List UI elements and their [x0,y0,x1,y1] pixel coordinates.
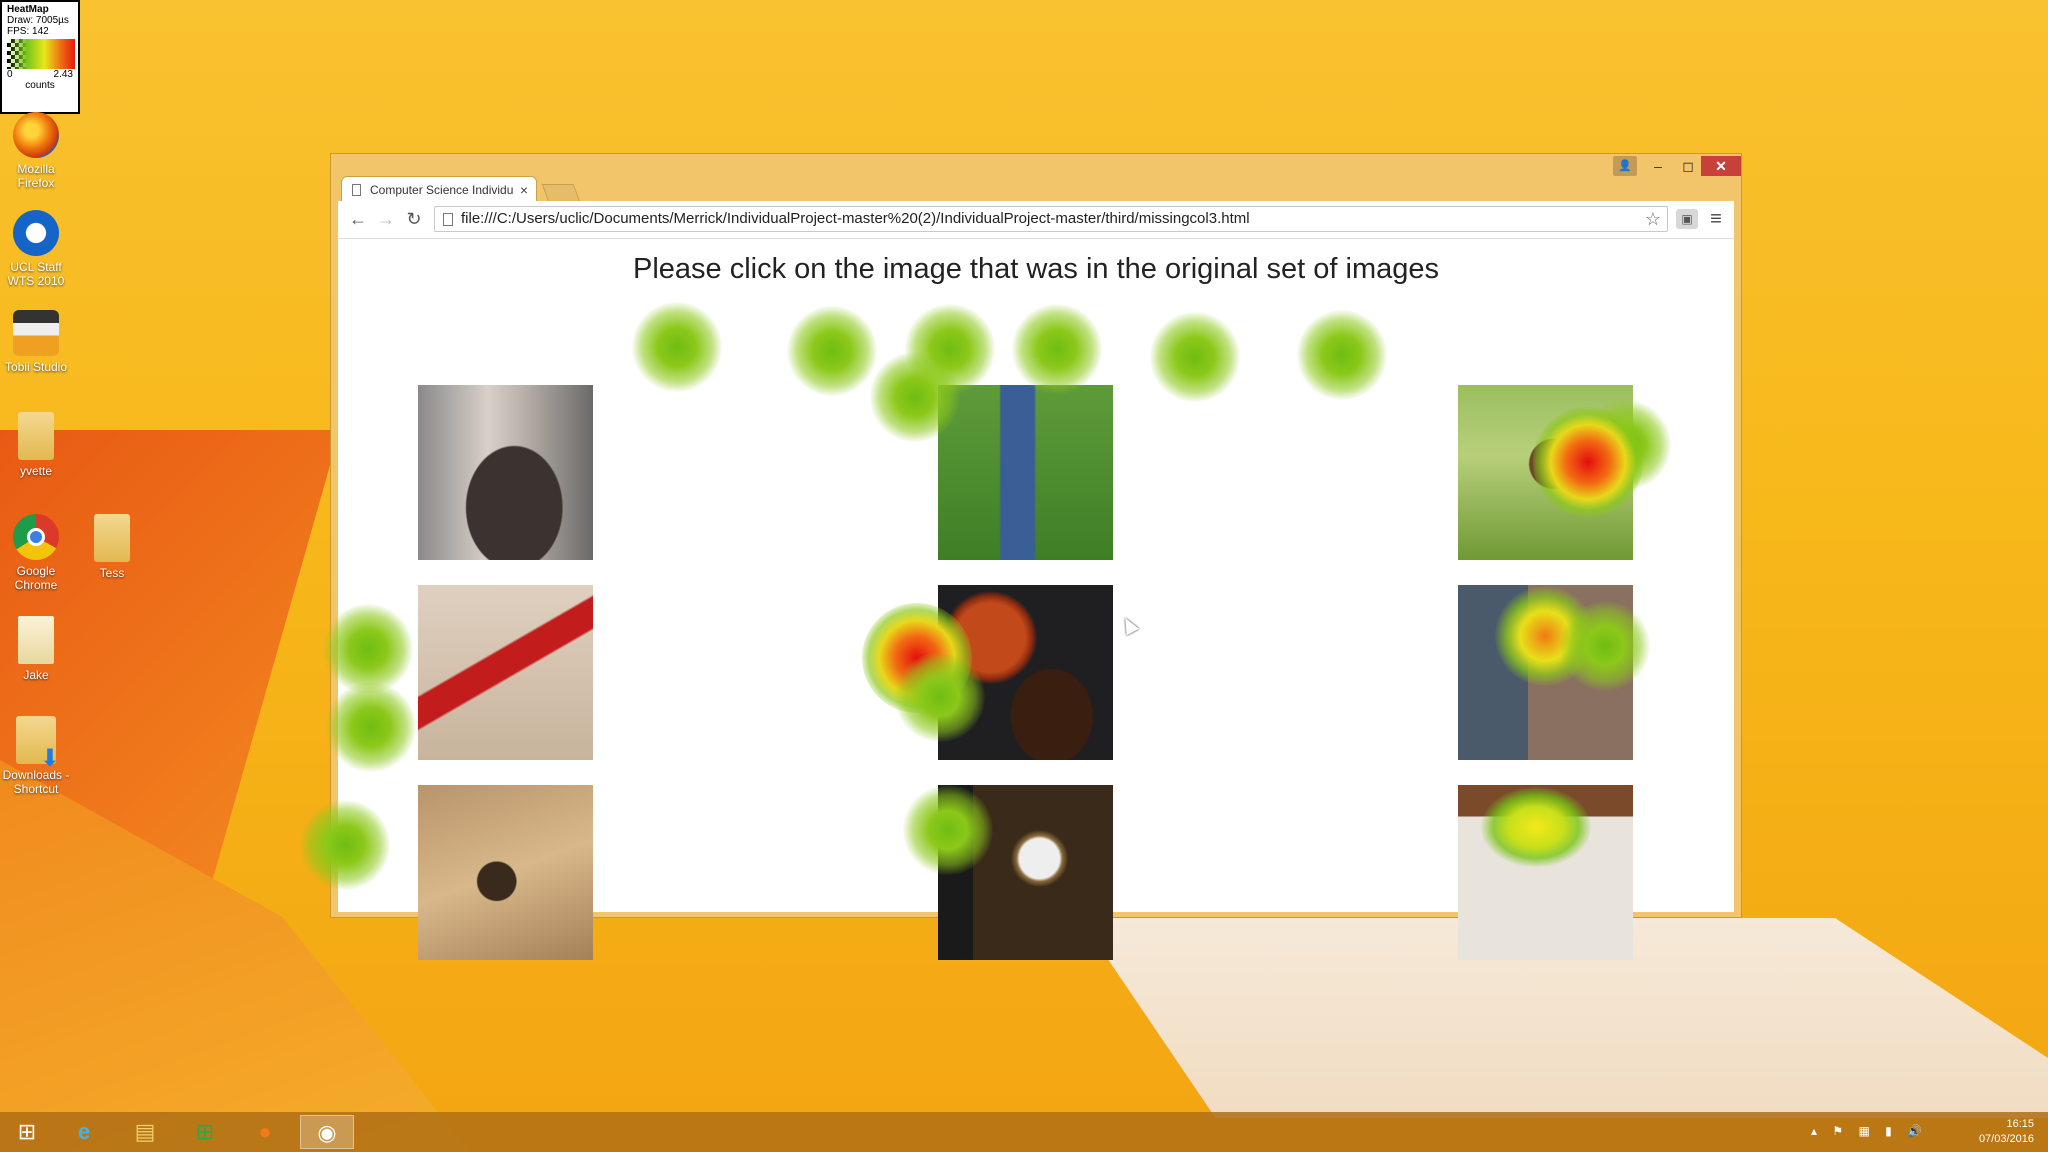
url-text: file:///C:/Users/uclic/Documents/Merrick… [461,210,1250,227]
image-dog[interactable] [1458,385,1633,560]
heatmap-color-scale [7,39,75,69]
page-prompt: Please click on the image that was in th… [633,253,1439,285]
clock-time: 16:15 [2006,1118,2034,1130]
page-icon [352,184,361,196]
heatmap-range-min: 0 [7,69,13,80]
document-icon [18,616,54,664]
menu-icon[interactable]: ≡ [1706,207,1726,231]
new-tab-button[interactable] [541,184,581,202]
extension-icon[interactable]: ▣ [1676,209,1698,229]
browser-window: 👤 – ◻ ✕ Computer Science Individu × ← → … [330,153,1742,960]
desktop-icon-yvette[interactable]: yvette [0,412,72,478]
folder-icon [94,514,130,562]
image-fence[interactable] [1458,585,1633,760]
minimize-button[interactable]: – [1645,156,1671,176]
desktop-icon-label: yvette [19,464,52,478]
firefox-taskbar-icon[interactable]: ● [238,1115,292,1149]
image-tools-walnuts[interactable] [418,585,593,760]
chrome-taskbar-icon[interactable]: ◉ [300,1115,354,1149]
tab-close-icon[interactable]: × [520,177,528,203]
internet-explorer-icon[interactable]: e [57,1115,111,1149]
heatmap-range: 0 2.43 [7,69,73,80]
image-gavel[interactable] [418,785,593,960]
desktop-icon-firefox[interactable]: Mozilla Firefox [0,112,72,190]
heatmap-legend-title: HeatMap [7,4,49,15]
downloads-shortcut-icon [16,716,60,766]
clock-date: 07/03/2016 [1978,1133,2034,1145]
page-content: Please click on the image that was in th… [338,239,1734,960]
desktop-icon-chrome[interactable]: Google Chrome [0,514,72,592]
profile-button[interactable]: 👤 [1613,156,1637,176]
start-windows-icon[interactable]: ⊞ [0,1115,54,1149]
desktop-icon-label: UCL Staff WTS 2010 [7,260,65,288]
remote-desktop-icon [13,210,59,256]
close-button[interactable]: ✕ [1701,156,1741,176]
desktop-icon-ucl-staff[interactable]: UCL Staff WTS 2010 [0,210,72,288]
taskbar: ⊞ e ▤ ⊞ ● ◉ ▴ ⚑ ▦ ▮ 🔊 16:15 07/03/2016 [0,1112,2048,1152]
firefox-icon [13,112,59,158]
bookmark-star-icon[interactable]: ☆ [1645,207,1661,231]
desktop-icon-label: Mozilla Firefox [17,162,55,190]
back-arrow-icon[interactable]: ← [346,207,370,231]
tab-title: Computer Science Individu [370,183,514,197]
maximize-button[interactable]: ◻ [1675,156,1701,176]
heatmap-fps: FPS: 142 [7,26,49,37]
tobii-studio-icon [13,310,59,356]
image-coffee-cup[interactable] [938,585,1113,760]
image-grass-feet[interactable] [938,385,1113,560]
tab-active[interactable]: Computer Science Individu × [341,176,537,202]
image-beard[interactable] [418,385,593,560]
reload-icon[interactable]: ↻ [402,207,426,231]
desktop-icon-tess[interactable]: Tess [76,514,148,580]
desktop-icon-label: Downloads - Shortcut [2,768,70,796]
forward-arrow-icon[interactable]: → [374,207,398,231]
desktop-icon-label: Tess [99,566,125,580]
heatmap-unit: counts [25,80,55,91]
taskbar-clock[interactable]: 16:15 07/03/2016 [1954,1117,2034,1147]
desktop-icon-label: Jake [23,668,49,682]
system-tray-icons[interactable]: ▴ ⚑ ▦ ▮ 🔊 [1811,1124,1928,1138]
folder-icon [18,412,54,460]
browser-toolbar: ← → ↻ file:///C:/Users/uclic/Documents/M… [338,201,1734,239]
heatmap-draw-time: Draw: 7005µs [7,15,69,26]
desktop-icon-label: Tobii Studio [4,360,68,374]
heatmap-legend: HeatMap Draw: 7005µs FPS: 142 0 2.43 cou… [0,0,80,114]
chrome-icon [13,514,59,560]
heatmap-range-max: 2.43 [53,69,73,80]
store-icon[interactable]: ⊞ [178,1115,232,1149]
address-bar[interactable]: file:///C:/Users/uclic/Documents/Merrick… [434,206,1668,232]
image-radio[interactable] [938,785,1113,960]
desktop-icon-jake[interactable]: Jake [0,616,72,682]
desktop-icon-tobii-studio[interactable]: Tobii Studio [0,310,72,374]
desktop-icon-label: Google Chrome [14,564,58,592]
desktop-icon-downloads[interactable]: Downloads - Shortcut [0,716,72,796]
image-pocket[interactable] [1458,785,1633,960]
file-icon [443,213,453,226]
file-explorer-icon[interactable]: ▤ [118,1115,172,1149]
